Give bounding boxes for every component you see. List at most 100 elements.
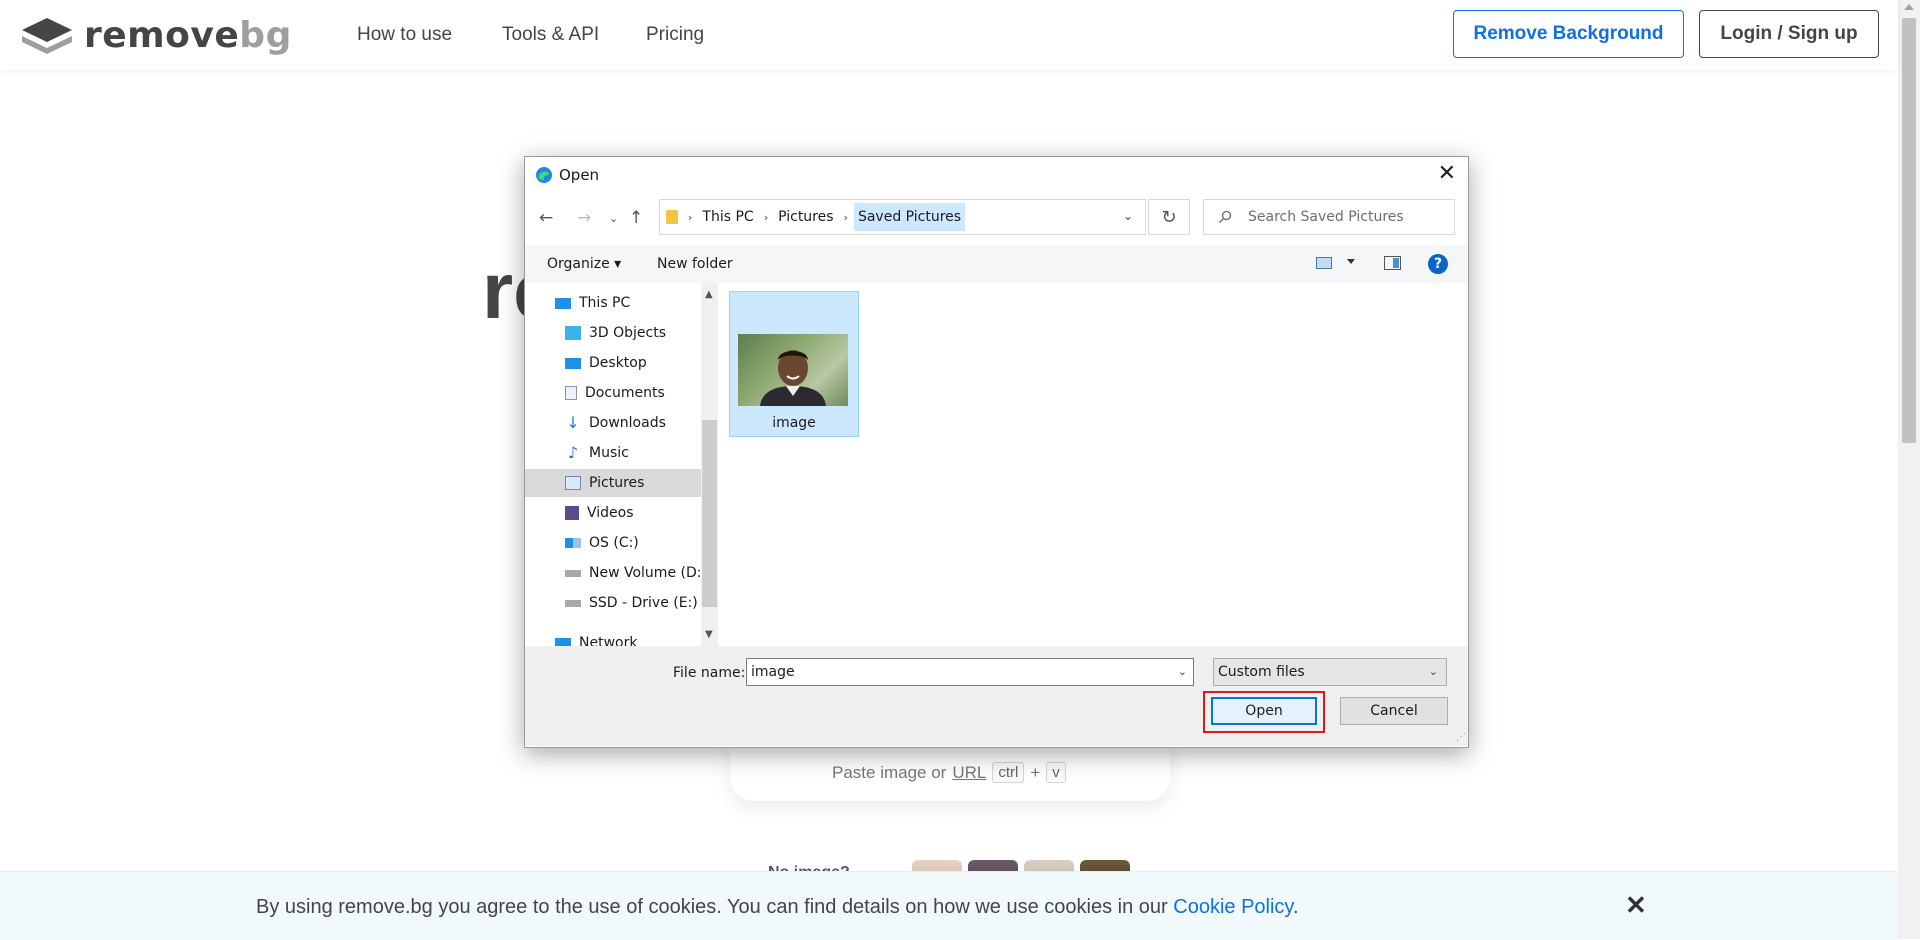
refresh-icon[interactable]: ↻ <box>1148 199 1190 235</box>
file-name-combobox[interactable]: ⌄ <box>746 658 1194 686</box>
tree-item-label: SSD - Drive (E:) <box>589 595 698 611</box>
search-box[interactable] <box>1203 199 1455 235</box>
tree-item-ssd-drive-e[interactable]: SSD - Drive (E:) <box>525 589 718 617</box>
open-button[interactable]: Open <box>1211 697 1317 725</box>
remove-background-button[interactable]: Remove Background <box>1453 10 1684 58</box>
file-name-dropdown-icon[interactable]: ⌄ <box>1178 665 1187 678</box>
address-bar[interactable]: › This PC › Pictures › Saved Pictures ⌄ <box>659 199 1146 235</box>
dialog-title: Open <box>559 166 600 184</box>
file-type-dropdown-icon[interactable]: ⌄ <box>1429 665 1438 678</box>
file-name-input[interactable] <box>747 663 1163 681</box>
page-scrollbar[interactable] <box>1898 0 1920 939</box>
windows-drive-icon <box>565 538 581 548</box>
scroll-up-arrow-icon[interactable] <box>1904 4 1914 10</box>
cookie-period: . <box>1292 896 1299 918</box>
paste-text: Paste image or <box>832 762 947 782</box>
login-signup-button[interactable]: Login / Sign up <box>1699 10 1879 58</box>
preview-pane-icon[interactable] <box>1384 256 1401 270</box>
network-icon <box>555 637 571 646</box>
pictures-icon <box>565 476 581 490</box>
film-icon <box>565 506 579 520</box>
tree-item-videos[interactable]: Videos <box>525 499 718 527</box>
breadcrumb-this-pc[interactable]: This PC <box>698 209 757 225</box>
edge-browser-icon <box>536 167 552 183</box>
removebg-logo[interactable]: removebg <box>20 15 292 56</box>
breadcrumb-separator-icon: › <box>688 210 693 224</box>
scroll-down-icon[interactable]: ▼ <box>705 629 713 640</box>
file-type-select[interactable]: Custom files ⌄ <box>1213 658 1447 686</box>
forward-arrow-icon[interactable]: → <box>577 208 591 228</box>
tree-item-desktop[interactable]: Desktop <box>525 349 718 377</box>
cookie-banner: By using remove.bg you agree to the use … <box>0 871 1898 940</box>
file-item-image[interactable]: image <box>729 291 859 437</box>
image-thumbnail <box>738 334 848 406</box>
tree-item-label: Videos <box>587 505 634 521</box>
open-file-dialog: Open ✕ ← → ⌄ ↑ › This PC › Pictures › Sa… <box>524 156 1469 748</box>
cookie-policy-link[interactable]: Cookie Policy <box>1173 896 1293 918</box>
page-scrollbar-thumb[interactable] <box>1902 18 1916 443</box>
scroll-up-icon[interactable]: ▲ <box>705 289 713 300</box>
kbd-ctrl: ctrl <box>992 762 1025 783</box>
tree-item-label: Downloads <box>589 415 666 431</box>
nav-tools-api[interactable]: Tools & API <box>502 24 599 46</box>
folder-icon <box>666 210 678 224</box>
file-list: image <box>718 283 1468 646</box>
tree-item-3d-objects[interactable]: 3D Objects <box>525 319 718 347</box>
kbd-v: v <box>1046 762 1066 783</box>
tree-item-label: Desktop <box>589 355 647 371</box>
recent-locations-chevron-icon[interactable]: ⌄ <box>609 212 618 225</box>
person-photo-icon <box>760 350 826 406</box>
breadcrumb-saved-pictures[interactable]: Saved Pictures <box>853 203 966 231</box>
navigation-scrollbar-thumb[interactable] <box>702 420 717 607</box>
cookie-message: By using remove.bg you agree to the use … <box>256 896 1168 918</box>
dialog-title-bar: Open <box>535 165 599 185</box>
desktop-icon <box>565 357 581 369</box>
navigation-pane-scrollbar[interactable]: ▲ ▼ <box>701 283 718 646</box>
new-folder-button[interactable]: New folder <box>657 256 733 272</box>
help-icon[interactable]: ? <box>1428 254 1448 274</box>
breadcrumb-pictures[interactable]: Pictures <box>774 209 837 225</box>
tree-item-os-c[interactable]: OS (C:) <box>525 529 718 557</box>
tree-item-documents[interactable]: Documents <box>525 379 718 407</box>
cookie-text: By using remove.bg you agree to the use … <box>256 896 1299 919</box>
breadcrumb-separator-icon: › <box>763 210 769 224</box>
cookie-close-icon[interactable]: ✕ <box>1625 890 1647 921</box>
search-icon <box>1219 210 1232 223</box>
address-row: ← → ⌄ ↑ › This PC › Pictures › Saved Pic… <box>525 199 1468 237</box>
nav-pricing[interactable]: Pricing <box>646 24 704 46</box>
search-input[interactable] <box>1246 208 1440 226</box>
dialog-close-icon[interactable]: ✕ <box>1438 161 1456 186</box>
drive-icon <box>565 599 581 607</box>
tree-item-new-volume-d[interactable]: New Volume (D:) <box>525 559 718 587</box>
tree-item-network[interactable]: Network <box>525 629 718 646</box>
tree-item-music[interactable]: ♪ Music <box>525 439 718 467</box>
organize-menu[interactable]: Organize ▾ <box>547 256 621 272</box>
tree-item-label: This PC <box>579 295 631 311</box>
cube-icon <box>565 326 581 340</box>
music-note-icon: ♪ <box>567 443 579 462</box>
paste-hint: Paste image or URL ctrl + v <box>832 762 1066 783</box>
tree-item-downloads[interactable]: ↓ Downloads <box>525 409 718 437</box>
download-arrow-icon: ↓ <box>566 413 580 432</box>
cancel-button[interactable]: Cancel <box>1340 697 1448 725</box>
tree-item-pictures[interactable]: Pictures <box>525 469 718 497</box>
tree-item-label: 3D Objects <box>589 325 667 341</box>
tree-item-label: Music <box>589 445 629 461</box>
resize-grip-icon[interactable]: ⋰ <box>1456 732 1466 743</box>
tree-item-label: Pictures <box>589 475 645 491</box>
paste-url-link[interactable]: URL <box>952 763 986 783</box>
change-view-icon[interactable] <box>1316 257 1332 269</box>
document-icon <box>565 386 577 400</box>
logo-layers-icon <box>22 17 72 54</box>
logo-text: removebg <box>84 15 292 56</box>
breadcrumb-separator-icon: › <box>843 210 848 224</box>
tree-item-label: OS (C:) <box>589 535 639 551</box>
nav-how-to-use[interactable]: How to use <box>357 24 452 46</box>
back-arrow-icon[interactable]: ← <box>539 208 553 228</box>
up-arrow-icon[interactable]: ↑ <box>629 208 643 228</box>
tree-item-this-pc[interactable]: This PC <box>525 289 718 317</box>
file-name-label: image <box>772 415 816 431</box>
kbd-plus: + <box>1030 762 1041 782</box>
view-dropdown-icon[interactable] <box>1347 259 1355 264</box>
address-dropdown-icon[interactable]: ⌄ <box>1123 209 1133 223</box>
